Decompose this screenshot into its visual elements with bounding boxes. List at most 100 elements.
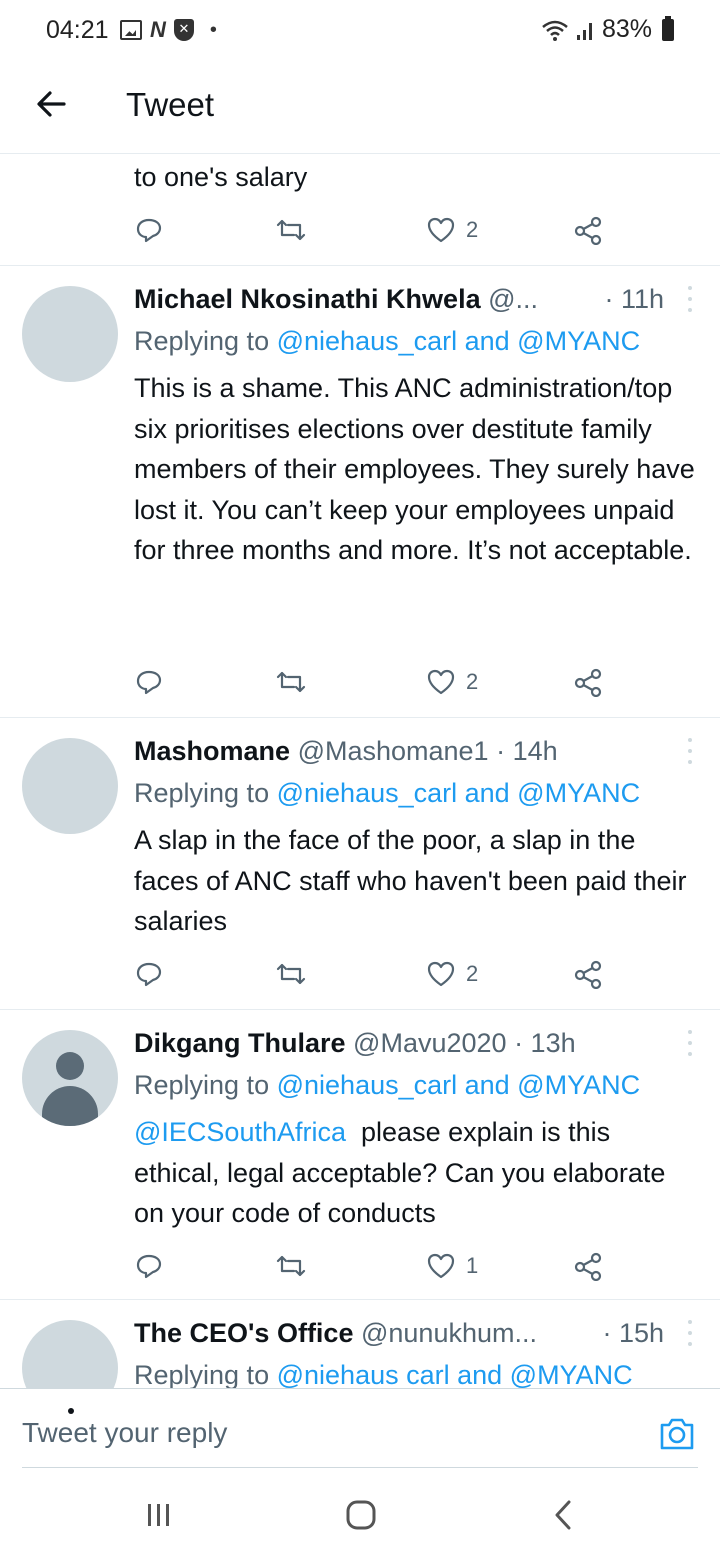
header-bar: Tweet (0, 58, 720, 154)
retweet-button[interactable] (274, 1246, 308, 1286)
like-button[interactable]: 1 (426, 1246, 478, 1286)
reply-icon (136, 670, 162, 695)
cursor-dot (68, 1408, 74, 1414)
replying-mentions[interactable]: @niehaus_carl and @MYANC (277, 778, 640, 808)
retweet-button[interactable] (274, 210, 308, 250)
home-button[interactable] (336, 1490, 386, 1540)
dot-icon: • (209, 18, 217, 41)
page-title: Tweet (126, 86, 215, 123)
gallery-icon (120, 20, 142, 40)
recent-apps-button[interactable] (134, 1490, 184, 1540)
heart-icon (427, 1253, 455, 1279)
signal-icon (576, 22, 592, 40)
status-bar: 04:21 N ✕ • 83% (0, 0, 720, 58)
default-avatar-body (42, 1086, 98, 1126)
default-avatar-head (56, 1052, 84, 1080)
tweet-body: @IECSouthAfrica please explain is this e… (134, 1112, 700, 1234)
tweet-item[interactable]: Mashomane @Mashomane1 · 14h Replying to … (0, 718, 720, 1010)
tweet-actions: 1 (134, 1246, 614, 1286)
replying-to: Replying to @niehaus_carl and @MYANC (134, 1070, 640, 1101)
avatar[interactable] (22, 286, 118, 382)
retweet-icon (276, 1255, 306, 1277)
share-button[interactable] (572, 210, 604, 250)
status-notification-icons: N ✕ • (120, 17, 217, 43)
reply-input[interactable]: Tweet your reply (22, 1417, 227, 1449)
retweet-button[interactable] (274, 954, 308, 994)
reply-button[interactable] (134, 662, 164, 702)
tweet-time: · 15h (602, 1318, 664, 1348)
battery-icon (662, 15, 674, 41)
status-time: 04:21 (46, 16, 109, 44)
replying-prefix: Replying to (134, 1360, 270, 1388)
share-icon (574, 1252, 602, 1281)
reply-icon (136, 1254, 162, 1279)
author-handle: @nunukhum... (360, 1318, 537, 1348)
retweet-icon (276, 219, 306, 241)
tweet-mention[interactable]: @IECSouthAfrica (134, 1117, 346, 1147)
author-name[interactable]: The CEO's Office (134, 1318, 353, 1348)
tweet-text: This is a shame. This ANC administration… (134, 373, 695, 565)
more-options-icon[interactable] (686, 286, 694, 312)
tweet-item[interactable]: The CEO's Office @nunukhum... · 15h Repl… (0, 1300, 720, 1388)
back-chevron-icon (555, 1500, 571, 1530)
n-icon: N (150, 17, 166, 42)
share-button[interactable] (572, 1246, 604, 1286)
share-icon (574, 216, 602, 245)
heart-icon (427, 217, 455, 243)
like-count: 2 (466, 217, 479, 242)
avatar[interactable] (22, 1030, 118, 1126)
more-options-icon[interactable] (686, 738, 694, 764)
author-name[interactable]: Michael Nkosinathi Khwela (134, 284, 481, 314)
share-button[interactable] (572, 662, 604, 702)
tweet-header: Dikgang Thulare @Mavu2020 · 13h (134, 1028, 694, 1059)
reply-icon (136, 962, 162, 987)
replying-to: Replying to @niehaus_carl and @MYANC (134, 778, 640, 809)
avatar[interactable] (22, 738, 118, 834)
reply-button[interactable] (134, 1246, 164, 1286)
more-options-icon[interactable] (686, 1320, 694, 1346)
tweet-text: to one's salary (134, 162, 308, 192)
recent-apps-icon (148, 1504, 169, 1526)
replying-to: Replying to @niehaus_carl and @MYANC (134, 326, 640, 357)
share-icon (574, 668, 602, 697)
shield-icon: ✕ (173, 19, 194, 41)
tweet-header: Mashomane @Mashomane1 · 14h (134, 736, 694, 767)
reply-button[interactable] (134, 210, 164, 250)
tweet-feed[interactable]: to one's salary 2 Michael Nkosinathi Khw… (0, 154, 720, 1388)
share-button[interactable] (572, 954, 604, 994)
author-handle: @... (488, 284, 539, 314)
tweet-actions: 2 (134, 210, 614, 250)
reply-button[interactable] (134, 954, 164, 994)
status-right: 83% (540, 15, 674, 44)
like-count: 2 (466, 961, 479, 986)
tweet-item[interactable]: Michael Nkosinathi Khwela @... · 11h Rep… (0, 266, 720, 718)
replying-prefix: Replying to (134, 1070, 270, 1100)
replying-mentions[interactable]: @niehaus_carl and @MYANC (277, 1070, 640, 1100)
back-button[interactable] (538, 1490, 588, 1540)
avatar[interactable] (22, 1320, 118, 1388)
replying-to: Replying to @niehaus carl and @MYANC (134, 1360, 633, 1388)
reply-composer: Tweet your reply (0, 1388, 720, 1468)
like-button[interactable]: 2 (426, 662, 478, 702)
replying-prefix: Replying to (134, 326, 270, 356)
camera-icon[interactable] (658, 1415, 696, 1453)
partial-tweet[interactable]: to one's salary 2 (0, 154, 720, 266)
reply-icon (136, 218, 162, 243)
tweet-actions: 2 (134, 662, 614, 702)
retweet-icon (276, 963, 306, 985)
wifi-icon (542, 20, 568, 41)
more-options-icon[interactable] (686, 1030, 694, 1056)
author-name[interactable]: Dikgang Thulare (134, 1028, 346, 1058)
like-button[interactable]: 2 (426, 954, 478, 994)
replying-mentions[interactable]: @niehaus carl and @MYANC (277, 1360, 633, 1388)
replying-mentions[interactable]: @niehaus_carl and @MYANC (277, 326, 640, 356)
tweet-item[interactable]: Dikgang Thulare @Mavu2020 · 13h Replying… (0, 1010, 720, 1300)
author-handle: @Mavu2020 (353, 1028, 507, 1058)
share-icon (574, 960, 602, 989)
author-name[interactable]: Mashomane (134, 736, 290, 766)
like-button[interactable]: 2 (426, 210, 478, 250)
back-arrow-icon[interactable] (30, 82, 74, 126)
tweet-text: A slap in the face of the poor, a slap i… (134, 825, 687, 936)
android-nav-bar (0, 1468, 720, 1560)
retweet-button[interactable] (274, 662, 308, 702)
